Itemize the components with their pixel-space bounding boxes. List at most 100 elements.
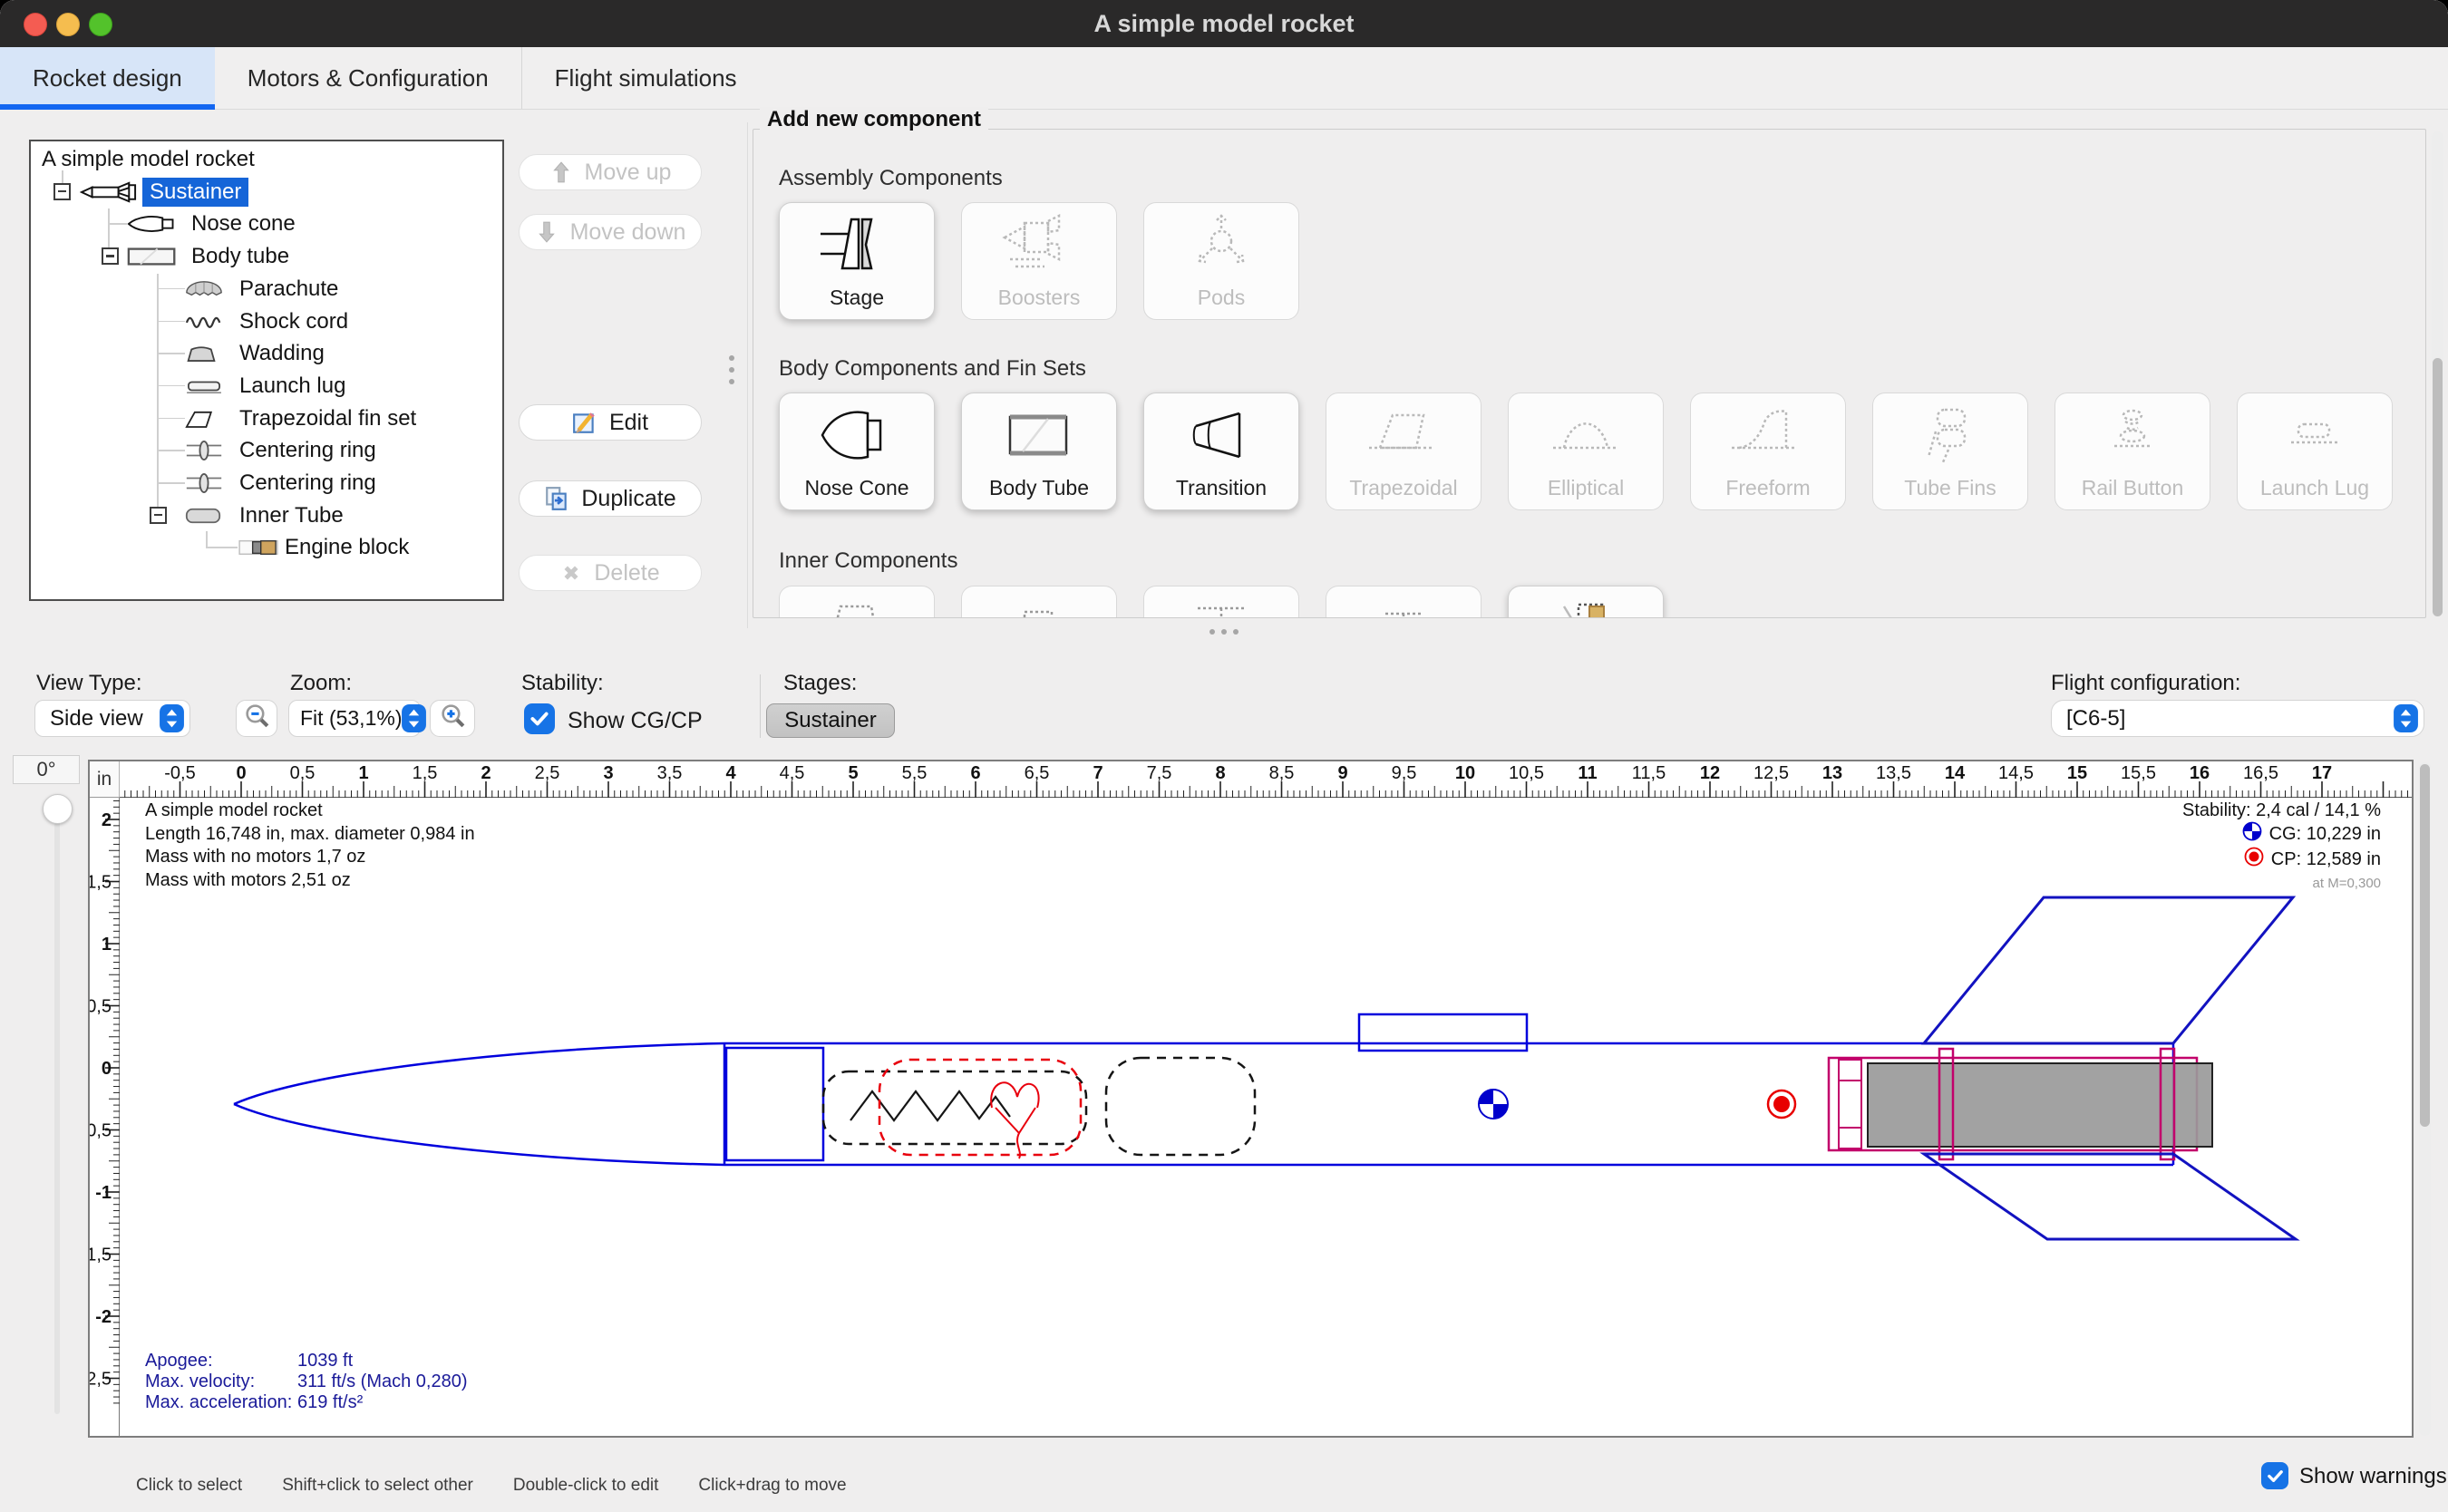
tree-item-body-tube[interactable]: Body tube [191,243,289,270]
add-component-tube-fins-button[interactable]: Tube Fins [1872,393,2028,510]
tree-item-parachute[interactable]: Parachute [239,276,338,303]
inner-component-4-icon [1326,596,1481,618]
rotation-slider-knob[interactable] [43,794,73,824]
tree-item-wadding[interactable]: Wadding [239,340,325,367]
move-up-button[interactable]: Move up [519,154,702,190]
tree-expander-body-tube[interactable] [102,247,119,265]
add-component-trapezoidal-button[interactable]: Trapezoidal [1326,393,1481,510]
add-component-body-tube-button[interactable]: Body Tube [961,393,1117,510]
zoom-out-button[interactable] [236,700,277,737]
duplicate-label: Duplicate [581,486,675,512]
tree-item-shock-cord[interactable]: Shock cord [239,308,348,335]
add-component-stage-button[interactable]: Stage [779,202,935,320]
tree-item-label: Body tube [191,244,289,269]
tree-item-centering-ring[interactable]: Centering ring [239,470,376,497]
rocket-canvas[interactable]: A simple model rocketLength 16,748 in, m… [120,798,2412,1436]
svg-text:7,5: 7,5 [1147,763,1172,783]
duplicate-button[interactable]: Duplicate [519,480,702,517]
flight-summary: Apogee:1039 ftMax. velocity:311 ft/s (Ma… [145,1351,468,1413]
add-component-elliptical-button[interactable]: Elliptical [1508,393,1664,510]
edit-button[interactable]: Edit [519,404,702,441]
tree-item-sustainer[interactable]: Sustainer [142,179,248,206]
add-component-rail-button-button[interactable]: Rail Button [2055,393,2210,510]
tree-item-engine-block[interactable]: Engine block [285,534,409,561]
zoom-select[interactable]: Fit (53,1%) [288,700,421,737]
nosecone-card-icon [780,402,934,468]
stage-toggle-sustainer[interactable]: Sustainer [766,703,895,738]
add-component-inner-2-button[interactable] [961,586,1117,618]
svg-text:9,5: 9,5 [1392,763,1417,783]
edit-pencil-icon [572,410,597,435]
bodytube-icon [127,244,178,269]
svg-text:6: 6 [970,763,980,783]
tree-item-launch-lug[interactable]: Launch lug [239,373,345,400]
tree-item-centering-ring[interactable]: Centering ring [239,437,376,464]
add-component-inner-4-button[interactable] [1326,586,1481,618]
tree-item-inner-tube[interactable]: Inner Tube [239,502,344,529]
view-type-select[interactable]: Side view [34,700,190,737]
tree-item-trapezoidal-fin-set[interactable]: Trapezoidal fin set [239,405,416,432]
chevron-updown-icon [402,704,426,732]
shock-cord-outline [823,1071,1086,1144]
launchlug-icon [185,373,223,399]
svg-text:10: 10 [1455,763,1475,783]
add-component-pods-button[interactable]: Pods [1143,202,1299,320]
svg-text:5: 5 [848,763,858,783]
svg-text:10,5: 10,5 [1509,763,1544,783]
svg-text:13,5: 13,5 [1876,763,1911,783]
svg-text:11: 11 [1578,763,1597,783]
rotation-angle-field[interactable]: 0° [13,755,80,784]
railbutton-icon [2055,402,2210,468]
stages-label: Stages: [783,671,857,696]
horizontal-splitter-handle[interactable] [1209,629,1239,635]
tab-rocket-design[interactable]: Rocket design [0,47,215,109]
tree-connector [206,531,208,548]
engineblock-icon [238,535,279,560]
component-tree-panel: A simple model rocket Sustainer Nose cone B… [29,140,504,601]
card-label: Pods [1144,286,1298,310]
rocket-diagram-panel[interactable]: in -0,500,511,522,533,544,555,566,577,58… [88,760,2414,1438]
tree-root-label: A simple model rocket [42,147,255,172]
rocket-info-text: A simple model rocketLength 16,748 in, m… [145,800,475,892]
svg-text:5,5: 5,5 [902,763,928,783]
add-component-freeform-button[interactable]: Freeform [1690,393,1846,510]
stability-value: Stability: 2,4 cal / 14,1 % [2182,800,2381,820]
tree-root-item[interactable]: A simple model rocket [42,146,255,173]
add-component-inner-3-button[interactable] [1143,586,1299,618]
add-panel-scrollbar[interactable] [2432,131,2443,616]
cg-icon [2242,821,2262,846]
show-cgcp-checkbox[interactable] [524,703,555,734]
svg-text:2: 2 [481,763,491,783]
section-label-assembly-components: Assembly Components [779,166,1003,191]
tree-connector [108,223,127,225]
add-component-launch-lug-button[interactable]: Launch Lug [2237,393,2393,510]
flight-config-select[interactable]: [C6-5] [2051,700,2424,737]
move-down-button[interactable]: Move down [519,214,702,250]
show-warnings-checkbox[interactable] [2261,1462,2288,1489]
tree-expander-inner-tube[interactable] [150,507,167,524]
svg-text:12: 12 [1700,763,1720,783]
tree-expander-sustainer[interactable] [53,183,71,200]
add-component-transition-button[interactable]: Transition [1143,393,1299,510]
tree-item-nose-cone[interactable]: Nose cone [191,210,296,237]
tab-motors-configuration[interactable]: Motors & Configuration [215,47,522,109]
add-component-boosters-button[interactable]: Boosters [961,202,1117,320]
card-label: Transition [1144,476,1298,500]
add-component-nose-cone-button[interactable]: Nose Cone [779,393,935,510]
svg-text:-2: -2 [95,1307,112,1327]
tree-item-label: Engine block [285,535,409,560]
rotation-slider-track[interactable] [54,798,60,1414]
innertube-icon [185,503,221,528]
flight-config-label: Flight configuration: [2051,671,2240,696]
add-component-inner-1-button[interactable] [779,586,935,618]
diagram-scrollbar[interactable] [2419,762,2431,1436]
magnifier-plus-icon [439,703,467,735]
zoom-in-button[interactable] [430,700,475,737]
stability-info: Stability: 2,4 cal / 14,1 % CG: 10,229 i… [2182,800,2381,894]
add-component-inner-5-button[interactable] [1508,586,1664,618]
delete-button[interactable]: Delete [519,555,702,591]
tab-flight-simulations[interactable]: Flight simulations [522,47,770,109]
vertical-splitter-handle[interactable] [729,355,734,384]
inner-component-3-icon [1144,596,1298,618]
check-icon [529,708,550,730]
